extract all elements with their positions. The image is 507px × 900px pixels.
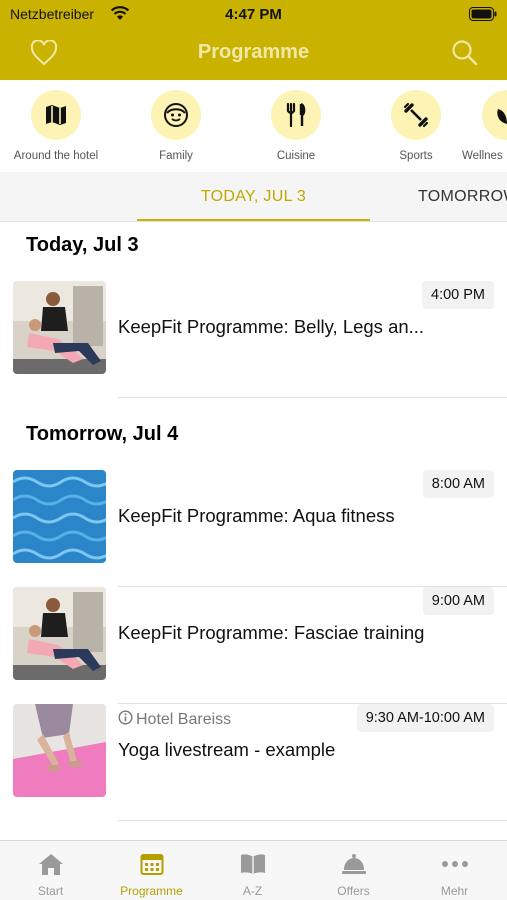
tab-label: Mehr xyxy=(440,884,469,898)
event-time: 8:00 AM xyxy=(422,470,494,498)
more-dots-icon xyxy=(404,851,505,877)
event-row[interactable]: 8:00 AM KeepFit Programme: Aqua fitness xyxy=(0,470,507,587)
section-title-tomorrow: Tomorrow, Jul 4 xyxy=(26,423,179,445)
status-bar: Netzbetreiber 4:47 PM xyxy=(0,0,507,28)
venue-label: Hotel Bareiss xyxy=(136,711,232,728)
tab-a-z[interactable]: A-Z xyxy=(202,841,303,900)
navigation-bar: Programme xyxy=(0,28,507,80)
clock: 4:47 PM xyxy=(225,6,282,23)
cutlery-icon xyxy=(271,90,321,140)
calendar-icon xyxy=(101,851,202,877)
fitness-training-photo xyxy=(13,587,106,680)
section-title-today: Today, Jul 3 xyxy=(26,234,139,256)
event-title: KeepFit Programme: Fasciae training xyxy=(118,622,425,643)
tab-programme[interactable]: Programme xyxy=(101,841,202,900)
info-icon xyxy=(118,710,133,730)
event-time: 4:00 PM xyxy=(422,281,494,309)
dumbbell-icon xyxy=(391,90,441,140)
event-venue: Hotel Bareiss xyxy=(118,710,231,730)
event-row[interactable]: 4:00 PM KeepFit Programme: Belly, Legs a… xyxy=(0,281,507,398)
category-label: Cuisine xyxy=(276,150,316,162)
yoga-mat-photo xyxy=(13,704,106,797)
event-row[interactable]: Hotel Bareiss 9:30 AM-10:00 AM Yoga live… xyxy=(0,704,507,821)
page-title: Programme xyxy=(197,41,310,63)
battery-icon xyxy=(469,7,497,26)
tab-start[interactable]: Start xyxy=(0,841,101,900)
bottom-tab-bar: Start Programme A-Z Offers Mehr xyxy=(0,840,507,900)
category-label: Around the hotel xyxy=(13,150,99,162)
divider xyxy=(118,820,507,821)
search-icon[interactable] xyxy=(451,39,479,72)
date-tabs: TODAY, JUL 3 TOMORROW xyxy=(0,172,507,222)
category-family[interactable]: Family xyxy=(121,90,231,162)
tab-label: Start xyxy=(37,884,64,898)
tab-label: Offers xyxy=(337,884,370,898)
pool-water-photo xyxy=(13,470,106,563)
event-title: Yoga livestream - example xyxy=(118,739,336,760)
category-bar: Around the hotel Family Cuisine Sports W… xyxy=(0,80,507,172)
event-time: 9:30 AM-10:00 AM xyxy=(356,704,494,732)
active-tab-indicator xyxy=(137,219,370,221)
house-icon xyxy=(0,851,101,877)
event-time: 9:00 AM xyxy=(422,587,494,615)
divider xyxy=(118,397,507,398)
event-title: KeepFit Programme: Aqua fitness xyxy=(118,505,395,526)
category-around-the-hotel[interactable]: Around the hotel xyxy=(1,90,111,162)
leaf-icon xyxy=(482,90,507,140)
book-icon xyxy=(202,851,303,877)
service-bell-icon xyxy=(303,851,404,877)
tab-tomorrow[interactable]: TOMORROW xyxy=(418,188,507,206)
map-icon xyxy=(31,90,81,140)
tab-today[interactable]: TODAY, JUL 3 xyxy=(137,188,370,206)
tab-offers[interactable]: Offers xyxy=(303,841,404,900)
event-title: KeepFit Programme: Belly, Legs an... xyxy=(118,316,425,337)
category-wellness[interactable]: Wellnes xyxy=(453,90,507,162)
fitness-training-photo xyxy=(13,281,106,374)
category-label: Wellnes xyxy=(462,150,503,162)
category-cuisine[interactable]: Cuisine xyxy=(241,90,351,162)
tab-label: Programme xyxy=(120,884,183,898)
event-row[interactable]: 9:00 AM KeepFit Programme: Fasciae train… xyxy=(0,587,507,704)
tab-mehr[interactable]: Mehr xyxy=(404,841,505,900)
category-label: Family xyxy=(159,150,193,162)
tab-label: A-Z xyxy=(242,884,263,898)
face-icon xyxy=(151,90,201,140)
